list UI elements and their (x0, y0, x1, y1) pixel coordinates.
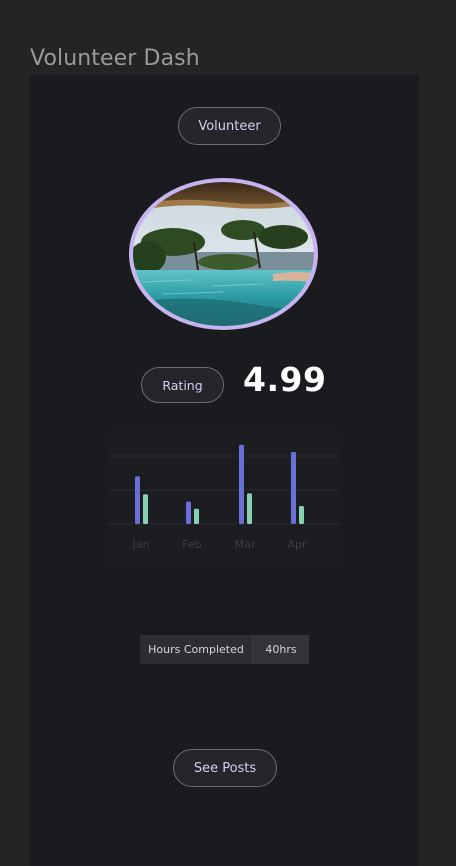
bar-jan-series-1 (135, 476, 140, 524)
dashboard-panel: Volunteer Rating 4.99 Jan Feb Mar Apr Ho… (30, 75, 419, 866)
see-posts-button[interactable]: See Posts (173, 749, 277, 787)
x-tick-label-feb: Feb (182, 538, 201, 551)
x-tick-label-jan: Jan (132, 538, 150, 551)
bar-apr-series-1 (291, 452, 296, 524)
bar-feb-series-2 (194, 508, 199, 524)
bar-mar-series-2 (247, 493, 252, 524)
hours-completed-value: 40hrs (253, 635, 309, 664)
hours-bar-chart: Jan Feb Mar Apr (108, 431, 340, 567)
profile-photo (133, 182, 314, 326)
bar-mar-series-1 (239, 444, 244, 524)
bar-feb-series-1 (186, 501, 191, 524)
bar-jan-series-2 (143, 494, 148, 524)
x-tick-label-mar: Mar (235, 538, 256, 551)
bar-apr-series-2 (299, 506, 304, 524)
hours-completed-stat: Hours Completed 40hrs (140, 635, 309, 664)
rating-button[interactable]: Rating (141, 367, 224, 403)
rating-value: 4.99 (243, 360, 327, 399)
hours-completed-label: Hours Completed (140, 635, 253, 664)
x-tick-label-apr: Apr (287, 538, 307, 551)
page-title: Volunteer Dash (30, 46, 200, 71)
profile-photo-frame (129, 178, 318, 330)
infinity-pool-photo (133, 182, 314, 326)
bar-chart-svg: Jan Feb Mar Apr (108, 444, 340, 551)
volunteer-role-button[interactable]: Volunteer (178, 107, 281, 145)
